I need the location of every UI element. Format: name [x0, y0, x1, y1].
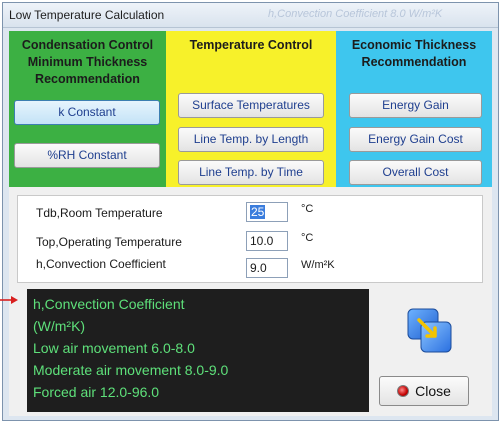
energy-gain-cost-button[interactable]: Energy Gain Cost — [349, 127, 482, 152]
h-label: h,Convection Coefficient — [36, 257, 166, 271]
resize-arrow-icon[interactable] — [405, 306, 455, 356]
tdb-input[interactable]: 25 — [246, 202, 288, 222]
info-line: Low air movement 6.0-8.0 — [33, 340, 195, 356]
energy-gain-button[interactable]: Energy Gain — [349, 93, 482, 118]
condensation-control-panel: Condensation Control Minimum Thickness R… — [9, 31, 166, 187]
dialog-body: Condensation Control Minimum Thickness R… — [9, 31, 492, 416]
info-line: Moderate air movement 8.0-9.0 — [33, 362, 229, 378]
line-temp-time-button[interactable]: Line Temp. by Time — [178, 160, 324, 185]
window-title: Low Temperature Calculation — [9, 8, 165, 22]
rh-constant-button[interactable]: %RH Constant — [14, 143, 160, 168]
info-line: Forced air 12.0-96.0 — [33, 384, 160, 400]
h-unit: W/m²K — [301, 259, 335, 271]
title-bar[interactable]: Low Temperature Calculation h,Convection… — [3, 3, 498, 28]
info-line: h,Convection Coefficient — [33, 296, 185, 312]
close-button[interactable]: Close — [379, 376, 469, 406]
k-constant-button[interactable]: k Constant — [14, 100, 160, 125]
close-record-icon — [397, 385, 410, 397]
overall-cost-button[interactable]: Overall Cost — [349, 160, 482, 185]
app-window: Low Temperature Calculation h,Convection… — [2, 2, 499, 421]
economic-panel-title: Economic Thickness Recommendation — [351, 38, 477, 69]
info-line: (W/m²K) — [33, 318, 86, 334]
top-label: Top,Operating Temperature — [36, 235, 182, 249]
convection-info-panel: h,Convection Coefficient (W/m²K) Low air… — [27, 289, 369, 412]
h-input[interactable]: 9.0 — [246, 258, 288, 278]
close-label: Close — [415, 383, 451, 399]
economic-thickness-panel: Economic Thickness Recommendation Energy… — [336, 31, 492, 187]
background-window-title: h,Convection Coefficient 8.0 W/m²K — [268, 8, 443, 20]
top-input[interactable]: 10.0 — [246, 231, 288, 251]
line-temp-length-button[interactable]: Line Temp. by Length — [178, 127, 324, 152]
tdb-label: Tdb,Room Temperature — [36, 206, 163, 220]
top-unit: °C — [301, 232, 314, 244]
condensation-panel-title: Condensation Control Minimum Thickness R… — [21, 38, 154, 86]
tdb-unit: °C — [301, 203, 314, 215]
temperature-inputs-group: Tdb,Room Temperature 25 °C Top,Operating… — [17, 195, 483, 283]
surface-temperatures-button[interactable]: Surface Temperatures — [178, 93, 324, 118]
temperature-control-panel: Temperature Control Surface Temperatures… — [166, 31, 336, 187]
pointer-arrow-icon — [0, 291, 18, 304]
temperature-panel-title: Temperature Control — [189, 38, 313, 52]
